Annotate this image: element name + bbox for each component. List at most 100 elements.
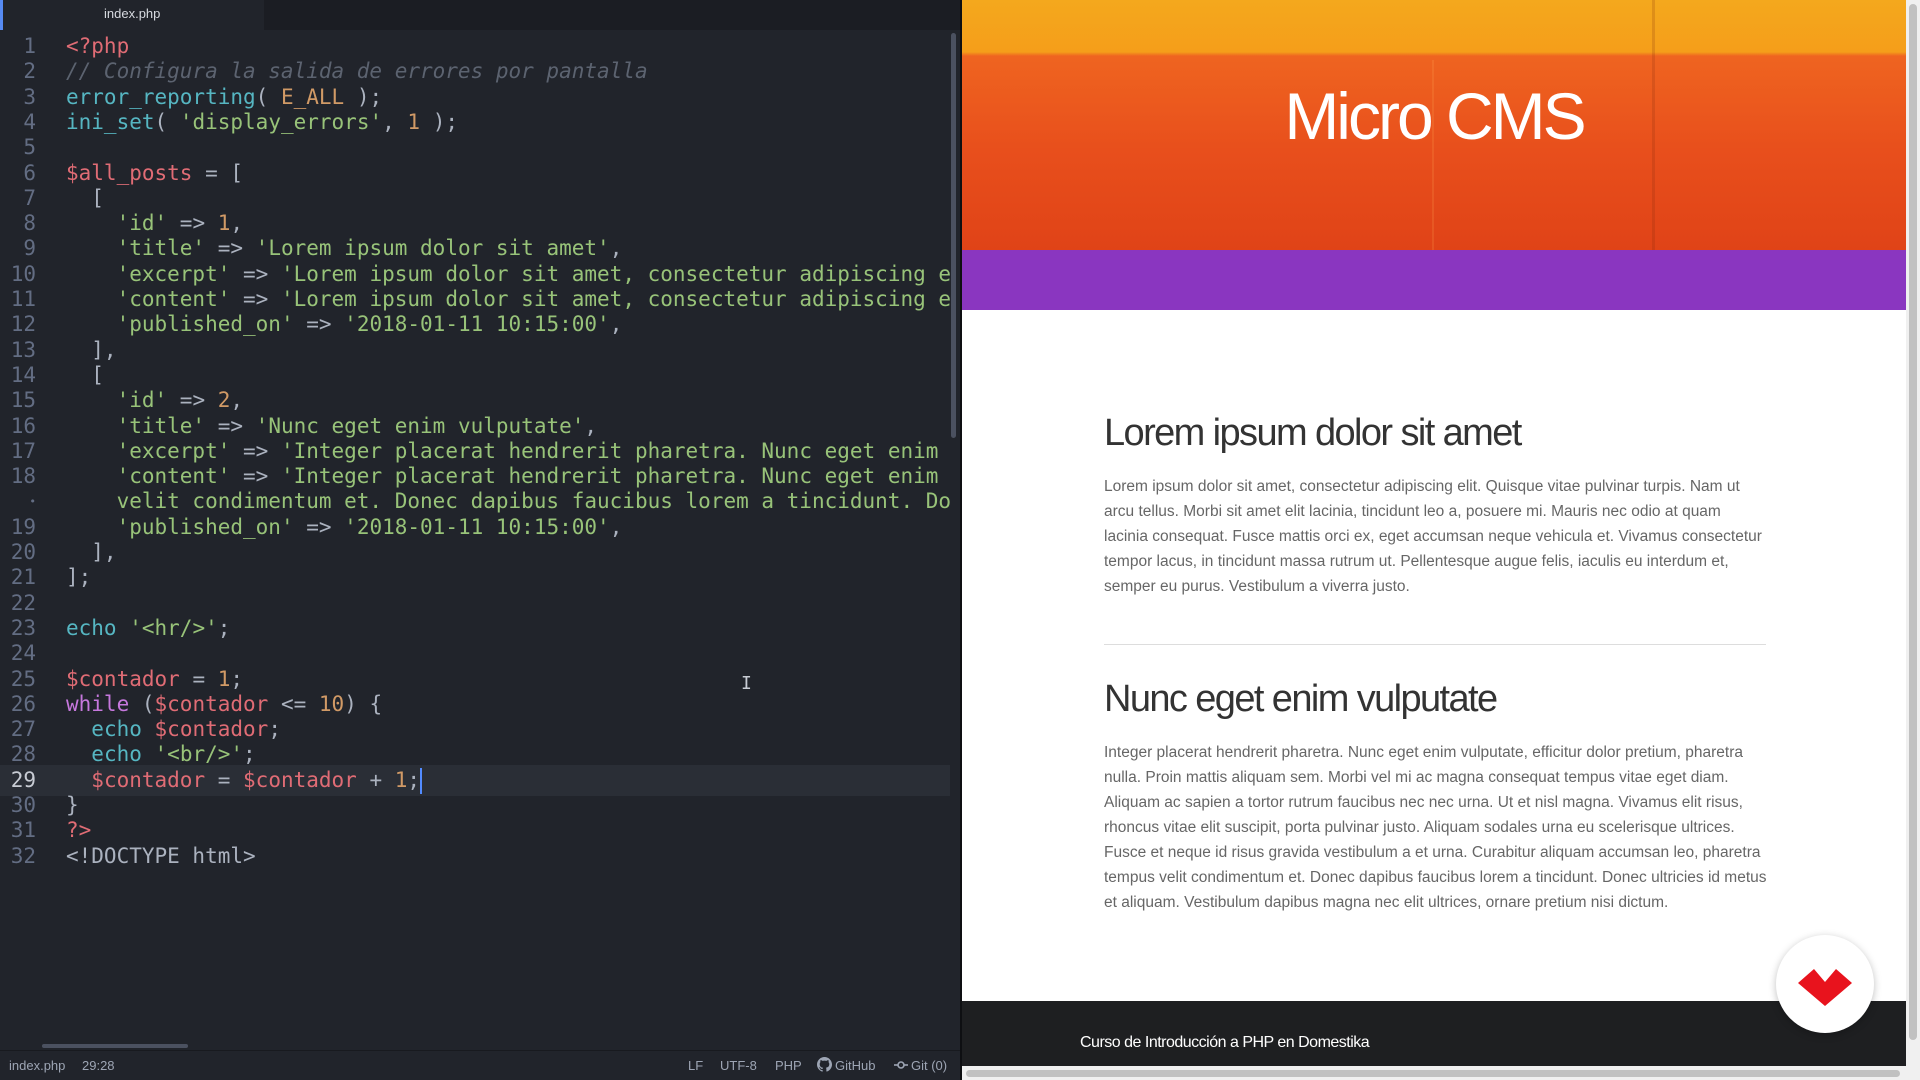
git-commit-icon: [894, 1061, 908, 1069]
hero-banner: Micro CMS: [962, 0, 1906, 250]
code-token: =>: [230, 464, 281, 489]
post-title[interactable]: Lorem ipsum dolor sit amet: [1104, 412, 1522, 455]
status-file-name[interactable]: index.php: [9, 1051, 65, 1080]
post-separator: [1104, 644, 1766, 645]
editor-horizontal-scrollbar[interactable]: [42, 1044, 188, 1048]
code-token: );: [344, 84, 383, 109]
code-token: ,: [609, 236, 623, 261]
code-token: ,: [584, 413, 598, 438]
code-token: =: [205, 767, 244, 792]
code-token: 'published_on': [116, 312, 294, 337]
status-grammar[interactable]: PHP: [775, 1051, 802, 1080]
code-token: }: [66, 793, 79, 817]
code-token: 2: [217, 388, 231, 413]
code-token: 'Lorem ipsum dolor sit amet': [255, 236, 610, 261]
code-token: $contador: [154, 717, 269, 742]
code-token: echo: [91, 742, 142, 767]
code-token: =>: [205, 236, 256, 261]
code-token: ];: [66, 565, 92, 590]
code-token: =>: [230, 261, 281, 286]
browser-vertical-scrollbar[interactable]: [1909, 4, 1917, 1040]
code-token: <?php: [66, 34, 130, 58]
website-preview[interactable]: Micro CMS Lorem ipsum dolor sit amet Lor…: [962, 0, 1906, 1066]
status-line-ending[interactable]: LF: [688, 1051, 703, 1080]
code-token: ,: [382, 109, 408, 134]
code-area[interactable]: 1 <?php 2 // Configura la salida de errores…: [0, 31, 950, 1042]
code-token: 1: [217, 666, 231, 691]
status-git[interactable]: Git (0): [894, 1051, 947, 1080]
code-token: 'Lorem ipsum dolor sit amet, consectetur…: [280, 261, 950, 286]
status-cursor-position[interactable]: 29:28: [82, 1051, 115, 1080]
code-token: =>: [293, 312, 345, 337]
editor-tab-label: index.php: [104, 6, 161, 21]
status-bar: index.php 29:28 LF UTF-8 PHP GitHub Git …: [0, 1050, 960, 1080]
code-token: ;: [268, 717, 281, 742]
post-title[interactable]: Nunc eget enim vulputate: [1104, 678, 1498, 721]
code-token: (: [129, 691, 155, 716]
code-token: 'id': [116, 211, 168, 236]
code-token: '2018-01-11 10:15:00': [344, 514, 610, 539]
code-token: +: [356, 767, 395, 792]
status-git-label: Git (0): [911, 1058, 948, 1073]
site-footer: Curso de Introducción a PHP en Domestika: [962, 1001, 1906, 1066]
code-token: echo: [91, 717, 142, 742]
footer-text: Curso de Introducción a PHP en Domestika: [1080, 1034, 1370, 1051]
code-token: ?>: [66, 818, 92, 843]
code-token: =>: [230, 438, 281, 463]
code-token: 'display_errors': [179, 109, 383, 134]
code-token: ,: [609, 312, 623, 337]
code-token: $all_posts: [66, 160, 193, 185]
code-token: echo: [66, 615, 117, 640]
code-token: ;: [217, 615, 231, 640]
post-excerpt: Lorem ipsum dolor sit amet, consectetur …: [1104, 478, 1762, 595]
code-token: 'title': [116, 413, 206, 438]
code-token: =>: [167, 388, 218, 413]
code-token: // Configura la salida de errores por pa…: [66, 59, 648, 84]
code-token: 'content': [116, 287, 231, 311]
status-github-label: GitHub: [835, 1058, 876, 1073]
code-token: (: [154, 109, 180, 134]
code-token: $contador: [66, 666, 180, 691]
code-token: velit condimentum et. Donec dapibus fauc…: [66, 489, 950, 514]
code-token: ,: [230, 211, 244, 236]
code-line[interactable]: 32 <!DOCTYPE html>: [0, 841, 950, 872]
status-encoding[interactable]: UTF-8: [720, 1051, 757, 1080]
code-token: =>: [167, 211, 218, 236]
domestika-logo-icon: [1798, 969, 1852, 1006]
domestika-badge: [1776, 935, 1874, 1033]
editor-vertical-scrollbar[interactable]: [951, 33, 956, 438]
code-token: [: [66, 185, 104, 210]
code-token: '<br/>': [154, 742, 244, 767]
code-token: '<hr/>': [129, 615, 218, 640]
code-token: 'Nunc eget enim vulputate': [255, 413, 585, 438]
code-editor-pane[interactable]: index.php 1 <?php 2 // Configura la salida …: [0, 0, 960, 1080]
editor-tab-index-php[interactable]: index.php: [0, 0, 264, 30]
code-token: 1: [217, 211, 231, 236]
code-token: error_reporting: [66, 84, 256, 109]
browser-horizontal-scrollbar[interactable]: [966, 1070, 1900, 1077]
code-token: =>: [205, 413, 256, 438]
code-token: $contador: [154, 691, 269, 716]
status-github[interactable]: GitHub: [817, 1051, 875, 1080]
code-token: 'published_on': [116, 514, 294, 539]
github-icon: [817, 1057, 832, 1072]
site-title: Micro CMS: [1284, 79, 1586, 153]
line-number[interactable]: 32: [0, 841, 36, 872]
code-text[interactable]: <!DOCTYPE html>: [66, 841, 256, 872]
code-token: 'excerpt': [116, 438, 231, 463]
code-token: (: [255, 84, 281, 109]
code-token: [: [66, 362, 104, 387]
code-token: 'Integer placerat hendrerit pharetra. Nu…: [280, 438, 939, 463]
code-token: );: [420, 109, 458, 134]
code-token: <=: [268, 691, 319, 716]
